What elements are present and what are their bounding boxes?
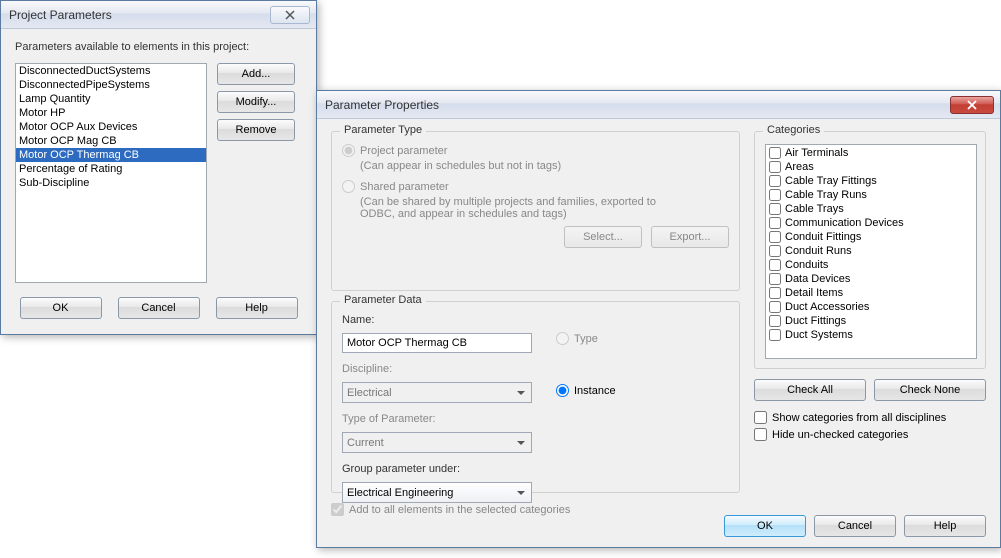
shared-parameter-radio: Shared parameter: [342, 180, 729, 193]
category-row[interactable]: Data Devices: [767, 272, 975, 286]
parameter-properties-dialog: Parameter Properties Parameter Type Proj…: [316, 90, 1001, 548]
list-item[interactable]: Motor OCP Mag CB: [16, 134, 206, 148]
name-label: Name:: [342, 314, 532, 326]
available-params-label: Parameters available to elements in this…: [15, 41, 302, 53]
dialog-title: Parameter Properties: [325, 98, 948, 112]
parameter-data-group: Parameter Data Name: Discipline: Electri…: [331, 301, 740, 493]
list-item[interactable]: DisconnectedDuctSystems: [16, 64, 206, 78]
category-row[interactable]: Cable Tray Runs: [767, 188, 975, 202]
close-button[interactable]: [270, 6, 310, 24]
add-to-all-checkbox: Add to all elements in the selected cate…: [331, 503, 740, 516]
category-row[interactable]: Areas: [767, 160, 975, 174]
close-button[interactable]: [950, 96, 994, 114]
list-item[interactable]: Percentage of Rating: [16, 162, 206, 176]
hide-unchecked-checkbox[interactable]: Hide un-checked categories: [754, 428, 986, 441]
group-label: Categories: [763, 124, 824, 136]
group-label: Parameter Type: [340, 124, 426, 136]
category-row[interactable]: Cable Trays: [767, 202, 975, 216]
check-none-button[interactable]: Check None: [874, 379, 986, 401]
ok-button[interactable]: OK: [20, 297, 102, 319]
help-button[interactable]: Help: [904, 515, 986, 537]
dialog-title: Project Parameters: [9, 8, 268, 22]
list-item[interactable]: Motor HP: [16, 106, 206, 120]
name-field[interactable]: [342, 333, 532, 353]
category-row[interactable]: Communication Devices: [767, 216, 975, 230]
shared-hint: (Can be shared by multiple projects and …: [360, 196, 670, 220]
parameter-type-group: Parameter Type Project parameter (Can ap…: [331, 131, 740, 291]
remove-button[interactable]: Remove: [217, 119, 295, 141]
check-all-button[interactable]: Check All: [754, 379, 866, 401]
close-icon: [966, 100, 978, 110]
category-row[interactable]: Duct Accessories: [767, 300, 975, 314]
type-radio: Type: [556, 332, 616, 345]
titlebar[interactable]: Project Parameters: [1, 1, 316, 29]
groupunder-label: Group parameter under:: [342, 463, 532, 475]
typeparam-label: Type of Parameter:: [342, 413, 532, 425]
category-row[interactable]: Duct Systems: [767, 328, 975, 342]
add-button[interactable]: Add...: [217, 63, 295, 85]
typeparam-select: Current: [342, 432, 532, 453]
category-row[interactable]: Cable Tray Fittings: [767, 174, 975, 188]
parameters-listbox[interactable]: DisconnectedDuctSystemsDisconnectedPipeS…: [15, 63, 207, 283]
titlebar[interactable]: Parameter Properties: [317, 91, 1000, 119]
project-parameters-dialog: Project Parameters Parameters available …: [0, 0, 317, 335]
list-item[interactable]: DisconnectedPipeSystems: [16, 78, 206, 92]
group-label: Parameter Data: [340, 294, 426, 306]
category-row[interactable]: Conduits: [767, 258, 975, 272]
category-row[interactable]: Air Terminals: [767, 146, 975, 160]
project-parameter-radio: Project parameter: [342, 144, 729, 157]
category-row[interactable]: Conduit Runs: [767, 244, 975, 258]
project-hint: (Can appear in schedules but not in tags…: [360, 160, 670, 172]
list-item[interactable]: Motor OCP Aux Devices: [16, 120, 206, 134]
show-all-disciplines-checkbox[interactable]: Show categories from all disciplines: [754, 411, 986, 424]
discipline-select: Electrical: [342, 382, 532, 403]
select-button: Select...: [564, 226, 642, 248]
groupunder-select[interactable]: Electrical Engineering: [342, 482, 532, 503]
categories-listbox[interactable]: Air TerminalsAreasCable Tray FittingsCab…: [765, 144, 977, 359]
ok-button[interactable]: OK: [724, 515, 806, 537]
close-icon: [284, 10, 296, 20]
list-item[interactable]: Lamp Quantity: [16, 92, 206, 106]
help-button[interactable]: Help: [216, 297, 298, 319]
instance-radio[interactable]: Instance: [556, 384, 616, 397]
list-item[interactable]: Sub-Discipline: [16, 176, 206, 190]
categories-group: Categories Air TerminalsAreasCable Tray …: [754, 131, 986, 369]
category-row[interactable]: Conduit Fittings: [767, 230, 975, 244]
category-row[interactable]: Duct Fittings: [767, 314, 975, 328]
modify-button[interactable]: Modify...: [217, 91, 295, 113]
category-row[interactable]: Detail Items: [767, 286, 975, 300]
cancel-button[interactable]: Cancel: [118, 297, 200, 319]
cancel-button[interactable]: Cancel: [814, 515, 896, 537]
export-button: Export...: [651, 226, 729, 248]
list-item[interactable]: Motor OCP Thermag CB: [16, 148, 206, 162]
discipline-label: Discipline:: [342, 363, 532, 375]
